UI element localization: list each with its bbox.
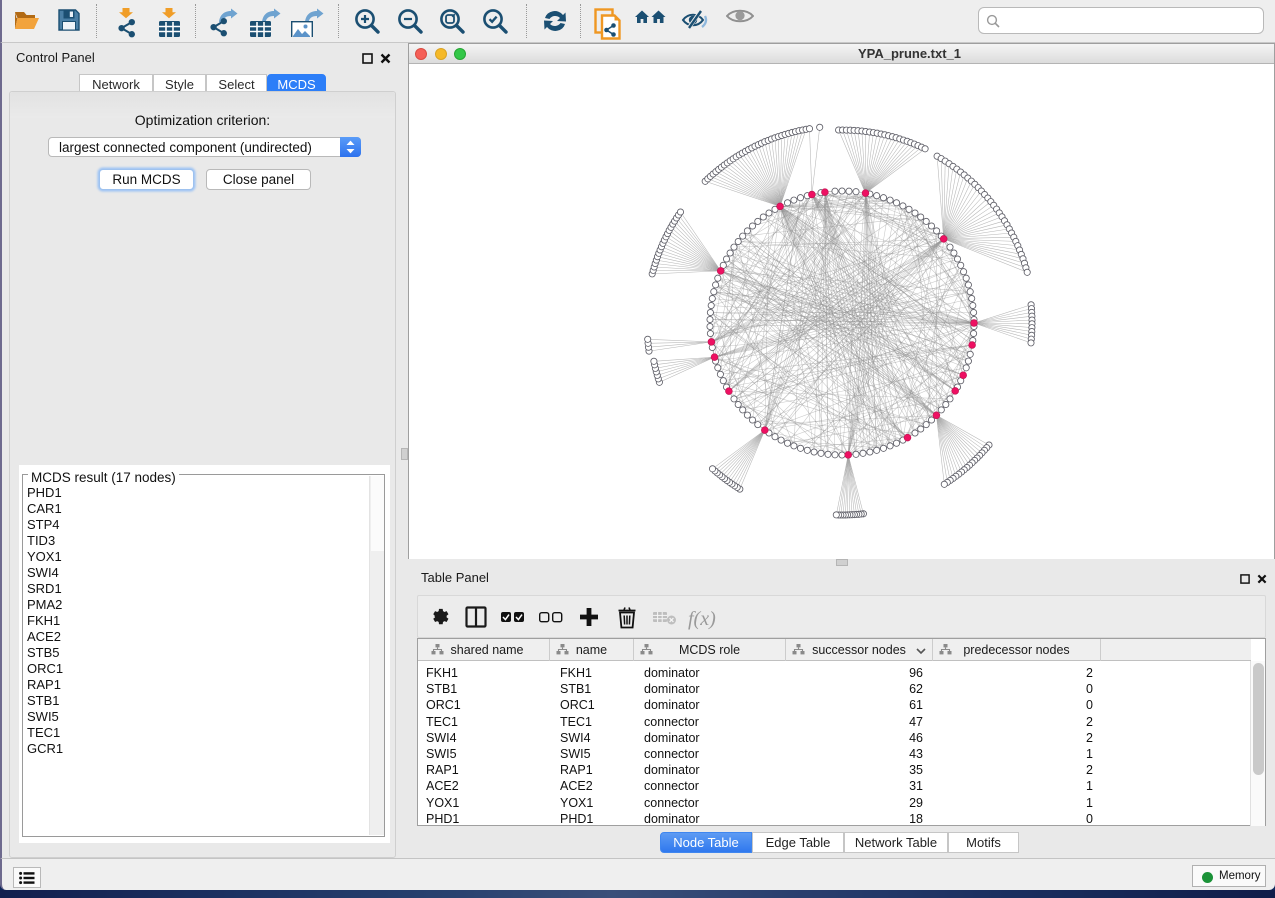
- svg-text:f(x): f(x): [688, 608, 716, 630]
